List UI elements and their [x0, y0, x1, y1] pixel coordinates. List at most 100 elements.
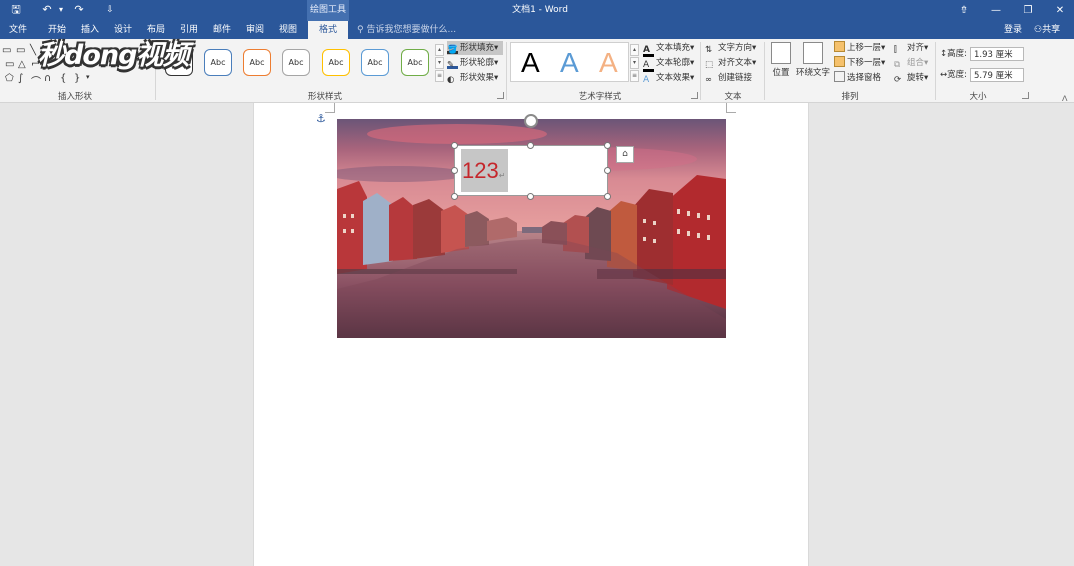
- wrap-text-button[interactable]: 环绕文字: [795, 42, 831, 78]
- collapse-ribbon-icon[interactable]: ᐱ: [1062, 94, 1067, 103]
- title-bar: 🖫 ↶ ▾ ↷ ⇩ 绘图工具 文档1 - Word ⇮ — ❐ ✕: [0, 0, 1074, 21]
- wordart-scroll-up-icon[interactable]: ▴: [630, 44, 639, 56]
- shape-style-7[interactable]: Abc: [401, 49, 429, 76]
- shape-effects-button[interactable]: ◐ 形状效果▾: [447, 71, 498, 85]
- chevron-down-icon: ▾: [752, 58, 757, 68]
- shape-fill-button[interactable]: 🪣 形状填充▾: [447, 41, 503, 55]
- chevron-down-icon: ▾: [690, 73, 695, 83]
- document-title: 文档1 - Word: [512, 5, 568, 15]
- ribbon-display-options-icon[interactable]: ⇮: [949, 0, 979, 21]
- textbox-text-value: 123: [462, 158, 499, 183]
- tab-view[interactable]: 视图: [273, 21, 303, 39]
- bring-forward-button[interactable]: 上移一层▾: [834, 41, 885, 55]
- resize-handle-right[interactable]: [604, 167, 611, 174]
- align-text-button[interactable]: ⬚ 对齐文本▾: [705, 56, 756, 70]
- resize-handle-bottom-left[interactable]: [451, 193, 458, 200]
- width-row: ↔宽度: 5.79 厘米: [940, 68, 1024, 82]
- tab-file[interactable]: 文件: [3, 21, 33, 39]
- tell-me-search[interactable]: ⚲ 告诉我您想要做什么...: [357, 21, 456, 39]
- position-button[interactable]: 位置: [768, 42, 794, 78]
- shape-style-6[interactable]: Abc: [361, 49, 389, 76]
- group-divider: [764, 42, 765, 100]
- save-icon[interactable]: 🖫: [7, 2, 25, 18]
- tab-mailings[interactable]: 邮件: [207, 21, 237, 39]
- undo-dropdown-icon[interactable]: ▾: [52, 2, 70, 18]
- group-objects-icon: ⧉: [894, 60, 901, 70]
- group-label-insert-shapes: 插入形状: [57, 92, 92, 102]
- rotate-handle-icon[interactable]: [524, 114, 538, 128]
- text-fill-button[interactable]: A 文本填充▾: [643, 41, 695, 57]
- resize-handle-top[interactable]: [527, 142, 534, 149]
- send-backward-icon: [834, 56, 845, 67]
- group-objects-button[interactable]: ⧉ 组合▾: [894, 56, 928, 70]
- gallery-expand-icon[interactable]: ≡: [435, 70, 444, 82]
- restore-button[interactable]: ❐: [1013, 0, 1043, 21]
- rotate-button[interactable]: ⟳ 旋转▾: [894, 71, 928, 85]
- shape-style-4[interactable]: Abc: [282, 49, 310, 76]
- text-direction-button[interactable]: ⇅ 文字方向▾: [705, 41, 756, 55]
- group-label-arrange: 排列: [841, 92, 859, 102]
- textbox-shape-icon[interactable]: ▭: [2, 45, 11, 56]
- wordart-expand-icon[interactable]: ≡: [630, 70, 639, 82]
- text-effects-icon: A: [643, 75, 650, 85]
- chevron-down-icon: ▾: [752, 43, 757, 53]
- wordart-style-1[interactable]: A: [521, 47, 540, 79]
- selected-textbox[interactable]: 123↵: [454, 145, 608, 196]
- shape-styles-launcher-icon[interactable]: [497, 92, 504, 99]
- minimize-button[interactable]: —: [981, 0, 1011, 21]
- send-backward-button[interactable]: 下移一层▾: [834, 56, 885, 70]
- line-shape-icon[interactable]: ╲: [30, 45, 36, 56]
- tab-format[interactable]: 格式: [308, 21, 348, 39]
- shape-style-3[interactable]: Abc: [243, 49, 271, 76]
- shape-effects-label: 形状效果: [460, 73, 495, 83]
- chevron-down-icon: ▾: [924, 43, 929, 53]
- tab-review[interactable]: 审阅: [240, 21, 270, 39]
- text-outline-button[interactable]: A 文本轮廓▾: [643, 56, 694, 72]
- share-button[interactable]: ⚇共享: [1034, 21, 1060, 39]
- pentagon-shape-icon[interactable]: ⬠: [5, 73, 14, 84]
- resize-handle-bottom-right[interactable]: [604, 193, 611, 200]
- wordart-style-3[interactable]: A: [599, 47, 618, 79]
- redo-icon[interactable]: ↷: [70, 2, 88, 18]
- wordart-launcher-icon[interactable]: [691, 92, 698, 99]
- width-input[interactable]: 5.79 厘米: [970, 68, 1024, 82]
- align-icon: ⫿: [894, 45, 897, 55]
- rectangle-shape-icon[interactable]: ▭: [5, 59, 14, 70]
- layout-options-icon[interactable]: ⌂: [616, 146, 634, 163]
- group-objects-label: 组合: [907, 58, 925, 68]
- text-effects-button[interactable]: A 文本效果▾: [643, 71, 694, 85]
- close-button[interactable]: ✕: [1045, 0, 1074, 21]
- create-link-button[interactable]: ∞ 创建链接: [705, 71, 752, 85]
- textbox-selected-text[interactable]: 123↵: [461, 149, 508, 192]
- wordart-gallery[interactable]: A A A: [510, 42, 629, 82]
- resize-handle-top-right[interactable]: [604, 142, 611, 149]
- text-direction-icon: ⇅: [705, 45, 713, 55]
- height-input[interactable]: 1.93 厘米: [970, 47, 1024, 61]
- size-launcher-icon[interactable]: [1022, 92, 1029, 99]
- selection-pane-label: 选择窗格: [847, 73, 882, 83]
- paint-bucket-icon: 🪣: [447, 45, 458, 55]
- paragraph-mark-icon: ↵: [498, 171, 506, 180]
- resize-handle-bottom[interactable]: [527, 193, 534, 200]
- customize-quick-access-icon[interactable]: ⇩: [101, 2, 119, 18]
- triangle-shape-icon[interactable]: △: [18, 59, 26, 70]
- gallery-scroll-up-icon[interactable]: ▴: [435, 44, 444, 56]
- wordart-scroll-down-icon[interactable]: ▾: [630, 57, 639, 69]
- chevron-down-icon: ▾: [690, 43, 695, 53]
- wave-shape-icon[interactable]: ∫: [18, 73, 23, 84]
- align-button[interactable]: ⫿ 对齐▾: [894, 41, 928, 55]
- shape-outline-button[interactable]: ✎ 形状轮廓▾: [447, 56, 498, 70]
- vertical-textbox-shape-icon[interactable]: ▭: [16, 45, 25, 56]
- resize-handle-left[interactable]: [451, 167, 458, 174]
- resize-handle-top-left[interactable]: [451, 142, 458, 149]
- sign-in-link[interactable]: 登录: [1004, 21, 1022, 39]
- shape-style-2[interactable]: Abc: [204, 49, 232, 76]
- shape-effects-icon: ◐: [447, 75, 455, 85]
- wrap-text-label: 环绕文字: [795, 68, 830, 78]
- selection-pane-button[interactable]: 选择窗格: [834, 71, 881, 85]
- wordart-style-2[interactable]: A: [560, 47, 579, 79]
- text-direction-label: 文字方向: [718, 43, 753, 53]
- shape-style-5[interactable]: Abc: [322, 49, 350, 76]
- share-label: 共享: [1042, 25, 1061, 35]
- gallery-scroll-down-icon[interactable]: ▾: [435, 57, 444, 69]
